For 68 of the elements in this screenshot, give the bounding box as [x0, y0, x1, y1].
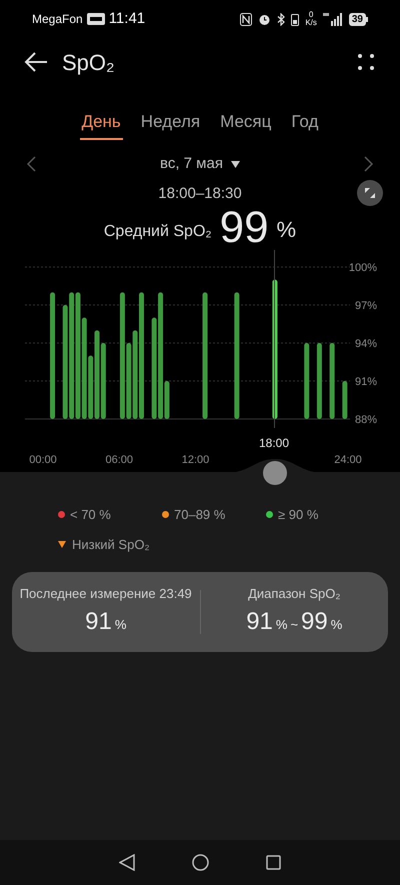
next-icon[interactable]	[364, 156, 374, 172]
period-tab[interactable]: Месяц	[218, 106, 274, 140]
last-measurement-value: 91	[85, 606, 112, 637]
spo2-bar[interactable]	[75, 292, 80, 419]
spo2-bar[interactable]	[100, 343, 106, 419]
legend-label: ≥ 90 %	[278, 506, 318, 524]
previous-icon[interactable]	[26, 156, 36, 172]
home-nav-icon[interactable]	[192, 854, 209, 871]
time-range: 18:00–18:30	[158, 184, 242, 204]
recents-nav-icon[interactable]	[266, 855, 282, 870]
signal-icon	[322, 12, 343, 26]
volte-icon	[86, 13, 105, 25]
expand-icon[interactable]	[357, 180, 383, 206]
more-icon[interactable]	[358, 54, 374, 70]
page-title: SpO₂	[62, 48, 115, 77]
range-separator: ~	[290, 616, 298, 634]
back-nav-icon[interactable]	[118, 854, 135, 871]
back-icon[interactable]	[24, 52, 48, 72]
selected-time-label: 18:00	[258, 435, 290, 452]
clock: 11:41	[108, 8, 146, 29]
spo2-bar[interactable]	[164, 381, 170, 419]
average-label: Средний SpO₂	[104, 222, 212, 242]
spo2-bar[interactable]	[132, 330, 138, 419]
period-tab[interactable]: День	[80, 106, 123, 140]
spo2-bar[interactable]	[330, 343, 335, 419]
average-unit: %	[276, 216, 296, 244]
legend-label: Низкий SpO₂	[72, 536, 150, 554]
legend-label: < 70 %	[70, 506, 111, 524]
low-marker-icon	[58, 540, 66, 548]
alarm-icon	[258, 12, 272, 26]
time-slider-handle[interactable]	[263, 461, 287, 485]
average-value: 99	[220, 206, 269, 250]
spo2-bar[interactable]	[202, 292, 208, 419]
x-axis-label: 24:00	[334, 454, 362, 466]
y-axis-label: 88%	[354, 414, 377, 426]
battery-small-icon	[291, 12, 300, 26]
spo2-bar[interactable]	[50, 292, 56, 419]
data-speed-unit: K/s	[305, 19, 317, 27]
range-low-value: 91	[246, 606, 273, 637]
spo2-bar[interactable]	[342, 381, 348, 419]
dropdown-icon	[230, 160, 240, 168]
range-high-value: 99	[301, 606, 328, 637]
range-low-unit: %	[276, 616, 288, 634]
nfc-icon	[240, 12, 252, 26]
y-axis-label: 100%	[348, 262, 377, 274]
spo2-bar[interactable]	[316, 343, 322, 419]
last-measurement-label: Последнее измерение 23:49	[20, 585, 192, 604]
spo2-bar[interactable]	[120, 292, 125, 419]
x-axis-label: 06:00	[105, 454, 134, 466]
carrier-name: MegaFon	[32, 11, 83, 28]
y-axis-label: 94%	[354, 338, 377, 350]
range-label: Диапазон SpO₂	[248, 585, 340, 604]
y-axis-label: 91%	[354, 376, 377, 388]
date-selector[interactable]: вс, 7 мая	[160, 152, 240, 176]
last-measurement-unit: %	[114, 616, 126, 634]
spo2-bar[interactable]	[158, 292, 164, 419]
x-axis-label: 00:00	[29, 454, 57, 466]
battery-indicator: 39	[348, 12, 368, 26]
spo2-bar[interactable]	[69, 292, 74, 419]
x-axis-label: 12:00	[182, 454, 210, 466]
bluetooth-icon	[277, 12, 286, 26]
spo2-bar[interactable]	[88, 356, 94, 419]
period-tab[interactable]: Неделя	[138, 106, 202, 140]
range-high-unit: %	[330, 616, 342, 634]
data-speed-value: 0	[308, 11, 314, 19]
y-axis-label: 97%	[354, 300, 377, 312]
legend-label: 70–89 %	[174, 506, 226, 524]
period-tab[interactable]: Год	[289, 106, 320, 140]
